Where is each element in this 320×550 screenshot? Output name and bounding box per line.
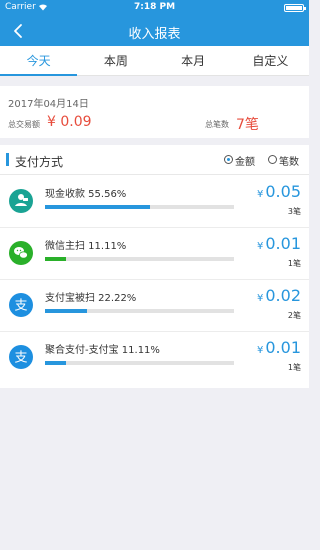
payment-method-name: 支付宝被扫 22.22%: [45, 293, 137, 304]
payment-row-alipay-scanned[interactable]: 支 支付宝被扫 22.22% ¥0.02 2笔: [0, 280, 309, 332]
payment-amount: ¥0.02: [257, 286, 301, 305]
progress-fill: [45, 205, 150, 209]
tab-this-month[interactable]: 本月: [155, 46, 232, 75]
summary-card: 2017年04月14日 总交易额 ¥ 0.09 总笔数 7笔: [0, 86, 309, 138]
svg-text:支: 支: [14, 299, 27, 314]
progress-track: [45, 309, 234, 313]
currency-symbol: ¥: [257, 241, 264, 252]
payment-amount-value: 0.02: [265, 286, 301, 305]
battery-icon: [284, 4, 306, 12]
payment-row-aggregate-alipay[interactable]: 支 聚合支付-支付宝 11.11% ¥0.01 1笔: [0, 332, 309, 384]
tab-this-week[interactable]: 本周: [77, 46, 154, 75]
wechat-icon: [9, 241, 33, 265]
page-title: 收入报表: [128, 27, 181, 42]
alipay-icon: 支: [9, 293, 33, 317]
radio-unselected-icon: [268, 155, 277, 164]
clock: 7:18 PM: [133, 2, 176, 12]
status-bar: Carrier 7:18 PM: [0, 0, 309, 16]
currency-symbol: ¥: [257, 293, 264, 304]
nav-bar: 收入报表: [0, 16, 309, 46]
currency-symbol: ¥: [257, 345, 264, 356]
payment-count: 1笔: [287, 363, 301, 372]
progress-fill: [45, 361, 66, 365]
report-date: 2017年04月14日: [8, 99, 89, 110]
section-accent-bar: [6, 153, 9, 166]
payment-amount: ¥0.01: [257, 338, 301, 357]
total-amount-label: 总交易额: [8, 120, 40, 129]
progress-track: [45, 205, 234, 209]
payment-row-wechat[interactable]: 微信主扫 11.11% ¥0.01 1笔: [0, 228, 309, 280]
progress-fill: [45, 257, 66, 261]
tab-today[interactable]: 今天: [0, 46, 78, 76]
payment-count: 1笔: [287, 259, 301, 268]
payment-amount: ¥0.05: [257, 182, 301, 201]
cash-icon: [9, 189, 33, 213]
total-amount-value: ¥ 0.09: [47, 114, 92, 130]
period-tabs: 今天 本周 本月 自定义: [0, 46, 309, 76]
payment-method-name: 聚合支付-支付宝 11.11%: [45, 345, 160, 356]
payment-count: 3笔: [287, 207, 301, 216]
progress-track: [45, 257, 234, 261]
payment-amount-value: 0.01: [265, 234, 301, 253]
progress-fill: [45, 309, 87, 313]
radio-amount-label: 金额: [235, 157, 255, 168]
alipay-icon: 支: [9, 345, 33, 369]
progress-track: [45, 361, 234, 365]
currency-symbol: ¥: [257, 189, 264, 200]
radio-selected-icon: [224, 155, 233, 164]
svg-text:支: 支: [14, 351, 27, 366]
total-count-value: 7笔: [236, 117, 259, 133]
tab-custom[interactable]: 自定义: [232, 46, 309, 75]
payment-method-name: 现金收款 55.56%: [45, 189, 127, 200]
section-title: 支付方式: [15, 155, 64, 169]
payment-methods-card: 支付方式 金额 笔数 现金收款 55.56% ¥0.05 3笔 微信主扫 11.…: [0, 145, 309, 388]
payment-amount-value: 0.05: [265, 182, 301, 201]
radio-count-label: 笔数: [279, 157, 299, 168]
payment-method-name: 微信主扫 11.11%: [45, 241, 127, 252]
payment-amount-value: 0.01: [265, 338, 301, 357]
payment-amount: ¥0.01: [257, 234, 301, 253]
total-count-label: 总笔数: [205, 120, 229, 129]
payment-row-cash[interactable]: 现金收款 55.56% ¥0.05 3笔: [0, 176, 309, 228]
payment-count: 2笔: [287, 311, 301, 320]
payment-methods-header: 支付方式 金额 笔数: [0, 145, 309, 175]
